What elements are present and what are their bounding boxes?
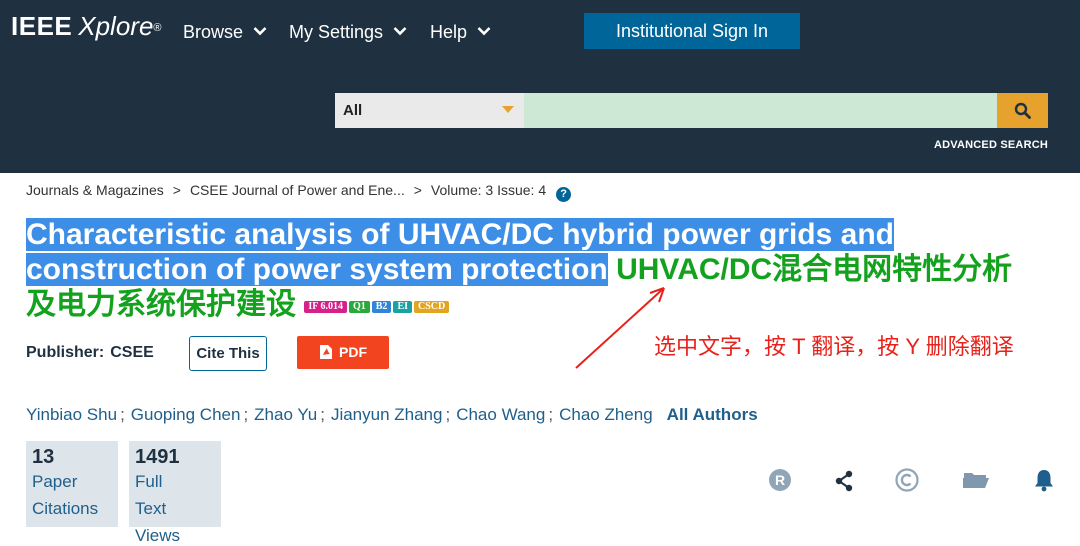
translation-hint-annotation: 选中文字，按 T 翻译，按 Y 删除翻译 [654, 334, 1014, 359]
search-icon [1014, 102, 1031, 119]
nav-help-label: Help [430, 22, 468, 42]
author-list: Yinbiao Shu; Guoping Chen; Zhao Yu; Jianyun… [26, 405, 758, 425]
rights-icon-graphic: R [769, 469, 791, 491]
metric-paper-citations[interactable]: 13 Paper Citations [26, 441, 118, 527]
author-separator: ; [548, 405, 554, 424]
pdf-file-icon [320, 345, 332, 359]
badge-impact-factor: IF 6.014 [304, 301, 347, 313]
metric-label-line: Paper [32, 472, 78, 491]
share-icon[interactable] [831, 467, 857, 493]
breadcrumb-separator: > [172, 182, 181, 198]
badge-q1: Q1 [348, 301, 370, 313]
copyright-icon[interactable] [894, 467, 920, 493]
author-link[interactable]: Zhao Yu [254, 405, 317, 424]
author-separator: ; [445, 405, 451, 424]
author-link[interactable]: Yinbiao Shu [26, 405, 117, 424]
rights-icon[interactable]: R [767, 467, 793, 493]
folder-icon[interactable] [962, 467, 989, 493]
badge-ei: EI [393, 301, 412, 313]
breadcrumb-issue[interactable]: Volume: 3 Issue: 4 [431, 182, 546, 198]
nav-my-settings-label: My Settings [289, 22, 384, 42]
search-input[interactable] [524, 93, 997, 128]
badge-b2: B2 [371, 301, 392, 313]
advanced-search-link[interactable]: ADVANCED SEARCH [934, 139, 1048, 151]
logo-ieee-text: IEEE [11, 11, 73, 41]
pdf-button-label: PDF [339, 344, 367, 360]
author-separator: ; [243, 405, 249, 424]
folder-icon-graphic [963, 473, 989, 488]
author-separator: ; [120, 405, 125, 424]
publisher: Publisher: CSEE [26, 344, 154, 362]
pdf-button[interactable]: PDF [297, 336, 389, 369]
ieee-xplore-article-page: IEEE Xplore® Browse My Settings Help Inst… [0, 0, 1080, 546]
search-scope-value: All [343, 102, 363, 119]
help-icon[interactable]: ? [556, 187, 572, 202]
bell-icon-graphic [1035, 470, 1053, 492]
chevron-down-icon [477, 27, 491, 36]
metric-value: 1491 [135, 446, 180, 468]
translation-line-2: 及电力系统保护建设 [26, 288, 296, 321]
metric-label-line: Views [135, 526, 181, 545]
all-authors-link[interactable]: All Authors [667, 405, 758, 424]
nav-help[interactable]: Help [430, 21, 491, 43]
author-link[interactable]: Chao Zheng [559, 405, 653, 424]
article-title: Characteristic analysis of UHVAC/DC hybr… [26, 217, 1071, 322]
breadcrumb: Journals & Magazines > CSEE Journal of Pow… [26, 181, 572, 202]
author-link[interactable]: Chao Wang [456, 405, 545, 424]
publisher-label: Publisher: [26, 344, 105, 361]
nav-browse[interactable]: Browse [183, 21, 267, 43]
search-scope-select[interactable]: All [335, 93, 524, 128]
author-separator: ; [320, 405, 325, 424]
search-button[interactable] [997, 93, 1048, 128]
breadcrumb-separator: > [413, 182, 422, 198]
nav-browse-label: Browse [183, 22, 244, 42]
metric-label-line: Full [135, 472, 163, 491]
chevron-down-icon [253, 27, 267, 36]
share-icon-graphic [835, 470, 853, 492]
svg-text:R: R [775, 472, 785, 488]
chevron-down-icon [393, 27, 407, 36]
ieee-xplore-logo[interactable]: IEEE Xplore® [11, 11, 162, 41]
author-link[interactable]: Jianyun Zhang [331, 405, 443, 424]
logo-xplore-text: Xplore [78, 11, 154, 41]
bell-icon[interactable] [1031, 467, 1057, 493]
breadcrumb-journal[interactable]: CSEE Journal of Power and Ene... [190, 182, 405, 198]
logo-registered-mark: ® [153, 22, 162, 34]
metric-label-line: Text [135, 499, 167, 518]
caret-down-icon [502, 106, 514, 113]
site-header: IEEE Xplore® Browse My Settings Help Inst… [0, 0, 1080, 173]
cite-this-button[interactable]: Cite This [189, 336, 267, 371]
breadcrumb-journals[interactable]: Journals & Magazines [26, 182, 164, 198]
metric-full-text-views[interactable]: 1491 Full Text Views [129, 441, 221, 545]
nav-my-settings[interactable]: My Settings [289, 21, 407, 43]
copyright-icon-graphic [895, 468, 919, 492]
badge-cscd: CSCD [414, 301, 450, 313]
metric-label-line: Citations [32, 499, 99, 518]
metric-value: 13 [32, 446, 55, 468]
author-link[interactable]: Guoping Chen [131, 405, 241, 424]
institutional-sign-in-button[interactable]: Institutional Sign In [584, 13, 800, 49]
publisher-value[interactable]: CSEE [110, 344, 154, 361]
